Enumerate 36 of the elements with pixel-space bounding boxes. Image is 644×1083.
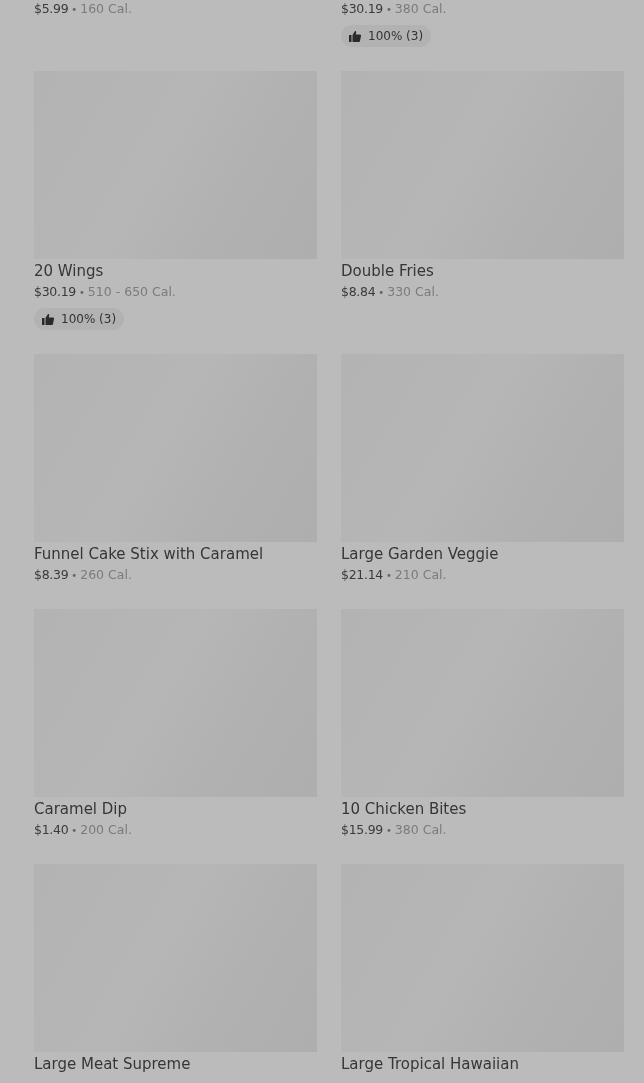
item-calories: 160 Cal. bbox=[80, 0, 132, 18]
item-price: $30.19 bbox=[341, 0, 383, 18]
item-price: $5.99 bbox=[34, 0, 69, 18]
item-calories: 330 Cal. bbox=[387, 283, 439, 301]
item-price: $15.99 bbox=[341, 821, 383, 839]
item-title: 10 Chicken Bites bbox=[341, 801, 467, 818]
item-calories: 510 - 650 Cal. bbox=[87, 283, 176, 301]
item-title: Double Fries bbox=[341, 263, 434, 280]
item-title: Caramel Dip bbox=[34, 801, 128, 818]
separator-dot: • bbox=[71, 3, 78, 17]
item-title: Large Meat Supreme bbox=[34, 1056, 191, 1073]
item-calories: 380 Cal. bbox=[394, 821, 447, 839]
rating-badge: 100% (3) bbox=[34, 308, 125, 330]
thumbs-up-icon bbox=[349, 30, 361, 42]
separator-dot: • bbox=[385, 569, 392, 583]
item-title: Large Tropical Hawaiian bbox=[341, 1056, 519, 1073]
item-title: Large Garden Veggie bbox=[341, 546, 499, 563]
item-price: $1.40 bbox=[34, 821, 69, 839]
separator-dot: • bbox=[385, 824, 392, 838]
separator-dot: • bbox=[385, 3, 392, 17]
item-title: Funnel Cake Stix with Caramel bbox=[34, 546, 264, 563]
item-calories: 210 Cal. bbox=[394, 566, 447, 584]
thumbs-up-icon bbox=[42, 313, 54, 325]
item-price: $21.14 bbox=[341, 566, 383, 584]
item-calories: 200 Cal. bbox=[80, 821, 132, 839]
item-title: 20 Wings bbox=[34, 263, 104, 280]
separator-dot: • bbox=[71, 824, 78, 838]
separator-dot: • bbox=[78, 286, 85, 300]
item-price: $8.39 bbox=[34, 566, 69, 584]
rating-badge: 100% (3) bbox=[341, 25, 432, 47]
separator-dot: • bbox=[378, 286, 385, 300]
item-price: $30.19 bbox=[34, 283, 76, 301]
item-calories: 260 Cal. bbox=[80, 566, 132, 584]
separator-dot: • bbox=[71, 569, 78, 583]
item-price: $8.84 bbox=[341, 283, 376, 301]
item-calories: 380 Cal. bbox=[394, 0, 447, 18]
